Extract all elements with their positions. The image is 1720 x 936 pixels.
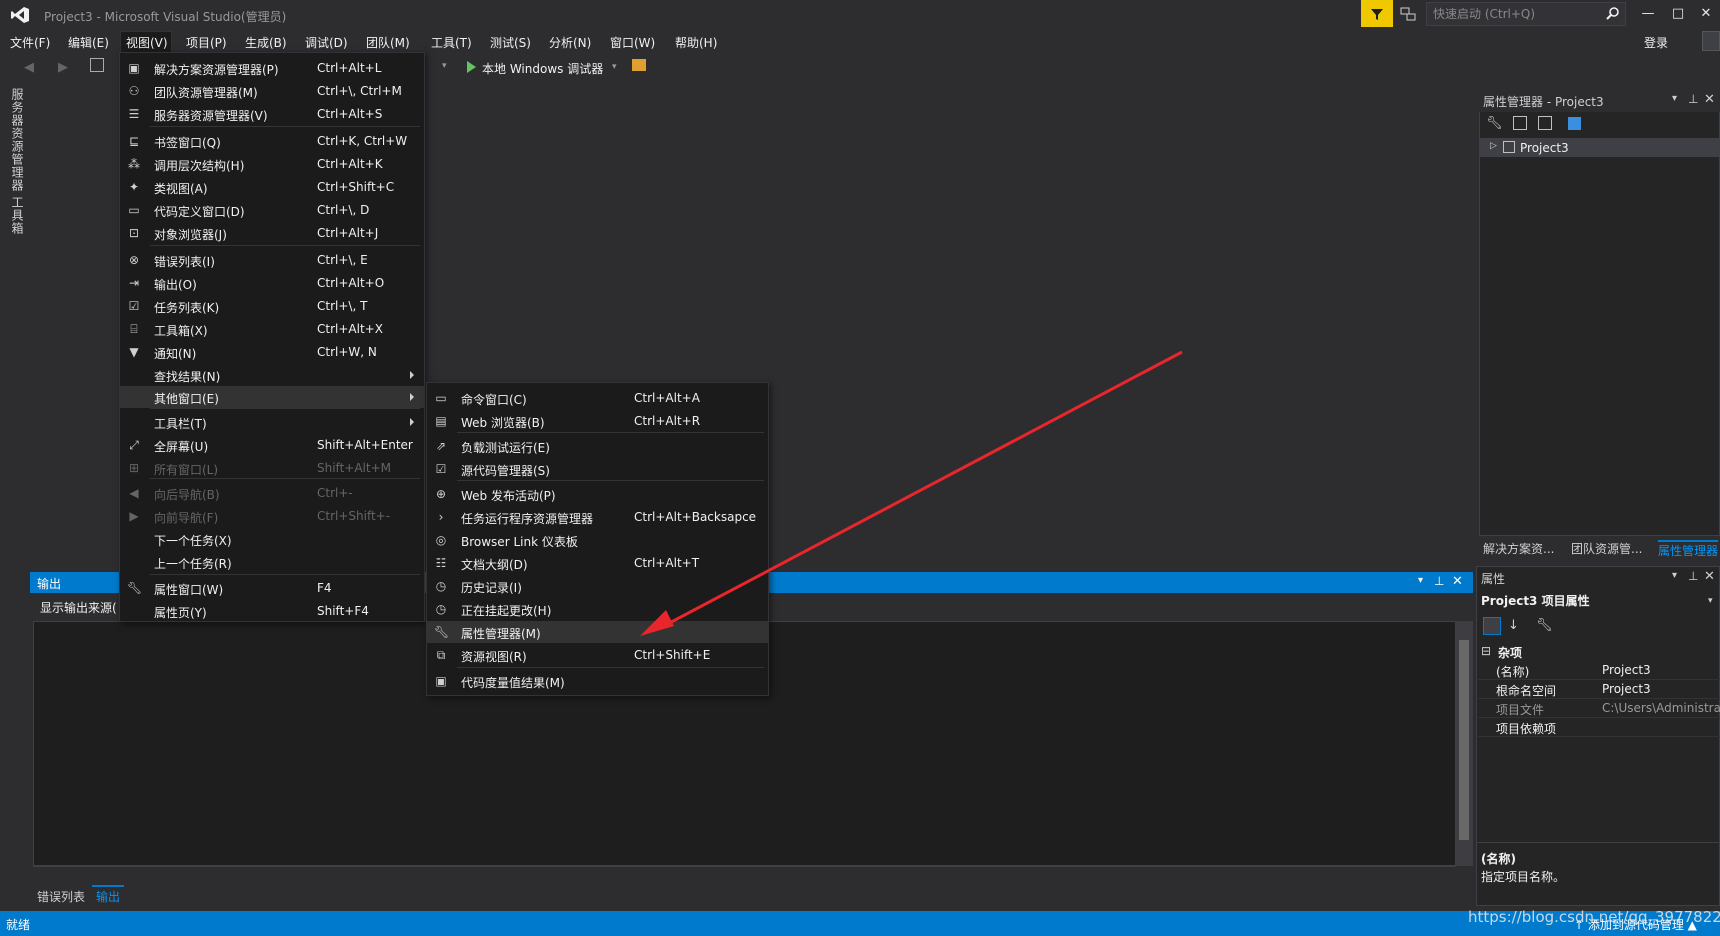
arrow-line bbox=[659, 350, 1183, 630]
arrow-head bbox=[640, 610, 674, 636]
annotation-arrow bbox=[640, 350, 1183, 636]
